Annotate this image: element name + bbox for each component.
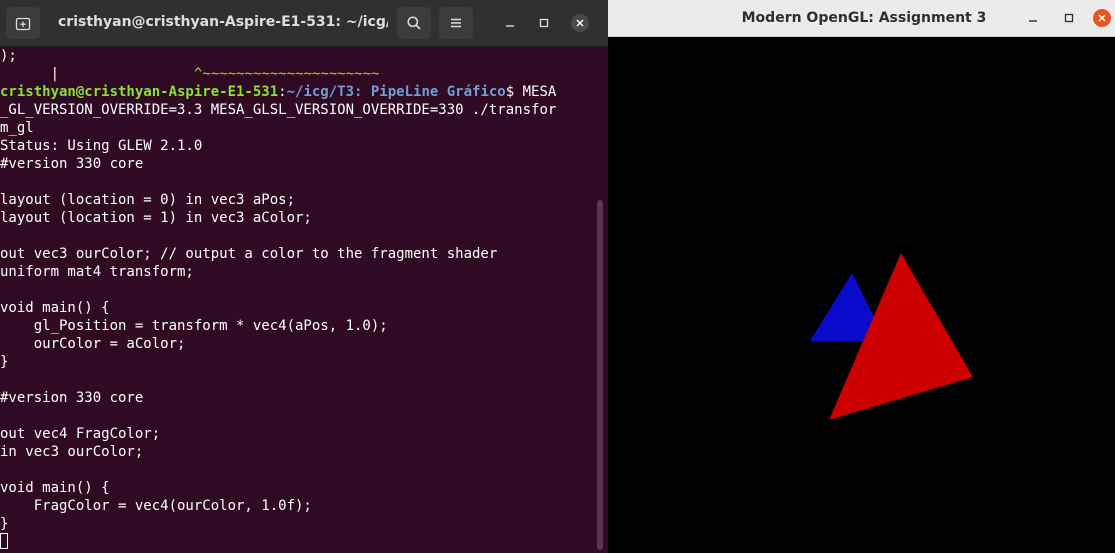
terminal-line: #version 330 core: [0, 156, 144, 172]
terminal-header-bar[interactable]: cristhyan@cristhyan-Aspire-E1-531: ~/icg…: [0, 0, 608, 47]
terminal-line: out vec3 ourColor; // output a color to …: [0, 246, 498, 262]
terminal-line: Status: Using GLEW 2.1.0: [0, 138, 203, 154]
opengl-maximize-button[interactable]: [1060, 9, 1078, 27]
opengl-close-button[interactable]: [1093, 9, 1111, 27]
terminal-minimize-button[interactable]: [501, 14, 519, 32]
minimize-icon: [1029, 20, 1037, 22]
opengl-render-canvas[interactable]: [608, 37, 1115, 553]
terminal-line: #version 330 core: [0, 390, 144, 406]
close-icon: [576, 19, 584, 27]
new-tab-icon: [15, 17, 31, 31]
terminal-prompt-line: cristhyan@cristhyan-Aspire-E1-531:~/icg/…: [0, 83, 596, 101]
terminal-line: gl_Position = transform * vec4(aPos, 1.0…: [0, 318, 388, 334]
terminal-cursor-line: [0, 533, 596, 551]
maximize-icon: [1064, 13, 1074, 23]
terminal-line: | ^~~~~~~~~~~~~~~~~~~~~~: [0, 65, 596, 83]
terminal-line: }: [0, 354, 9, 370]
new-tab-button[interactable]: [6, 7, 40, 39]
terminal-line: ourColor = aColor;: [0, 336, 186, 352]
maximize-icon: [539, 18, 549, 28]
terminal-line: void main() {: [0, 480, 110, 496]
terminal-scrollbar[interactable]: [597, 200, 603, 550]
terminal-line: out vec4 FragColor;: [0, 426, 161, 442]
opengl-header-bar[interactable]: Modern OpenGL: Assignment 3: [608, 0, 1115, 37]
terminal-title: cristhyan@cristhyan-Aspire-E1-531: ~/icg…: [58, 14, 388, 30]
search-button[interactable]: [397, 7, 431, 39]
terminal-line: _GL_VERSION_OVERRIDE=3.3 MESA_GLSL_VERSI…: [0, 102, 557, 118]
terminal-line: m_gl: [0, 120, 34, 136]
terminal-line: void main() {: [0, 300, 110, 316]
prompt-user-host: cristhyan@cristhyan-Aspire-E1-531: [0, 84, 279, 100]
terminal-window[interactable]: cristhyan@cristhyan-Aspire-E1-531: ~/icg…: [0, 0, 608, 553]
terminal-line: layout (location = 0) in vec3 aPos;: [0, 192, 296, 208]
terminal-line: layout (location = 1) in vec3 aColor;: [0, 210, 312, 226]
error-pointer-bar: |: [0, 66, 60, 82]
terminal-line: FragColor = vec4(ourColor, 1.0f);: [0, 498, 312, 514]
terminal-line: );: [0, 48, 17, 64]
terminal-maximize-button[interactable]: [535, 14, 553, 32]
terminal-line: }: [0, 516, 9, 532]
minimize-icon: [506, 25, 514, 27]
opengl-minimize-button[interactable]: [1024, 9, 1042, 27]
hamburger-menu-icon: [451, 18, 461, 28]
search-icon: [407, 16, 421, 30]
menu-button[interactable]: [439, 7, 473, 39]
terminal-output[interactable]: ); | ^~~~~~~~~~~~~~~~~~~~~~ cristhyan@cr…: [0, 47, 596, 553]
terminal-close-button[interactable]: [571, 14, 589, 32]
terminal-line: uniform mat4 transform;: [0, 264, 194, 280]
terminal-line: in vec3 ourColor;: [0, 444, 144, 460]
terminal-cursor: [0, 533, 8, 549]
prompt-colon: :: [278, 84, 287, 100]
prompt-command: $ MESA: [505, 84, 557, 100]
prompt-path: ~/icg/T3: PipeLine Gráfico: [286, 84, 506, 100]
opengl-window[interactable]: Modern OpenGL: Assignment 3: [608, 0, 1115, 553]
error-pointer-caret: ^~~~~~~~~~~~~~~~~~~~~~: [59, 66, 380, 82]
close-icon: [1098, 14, 1106, 22]
